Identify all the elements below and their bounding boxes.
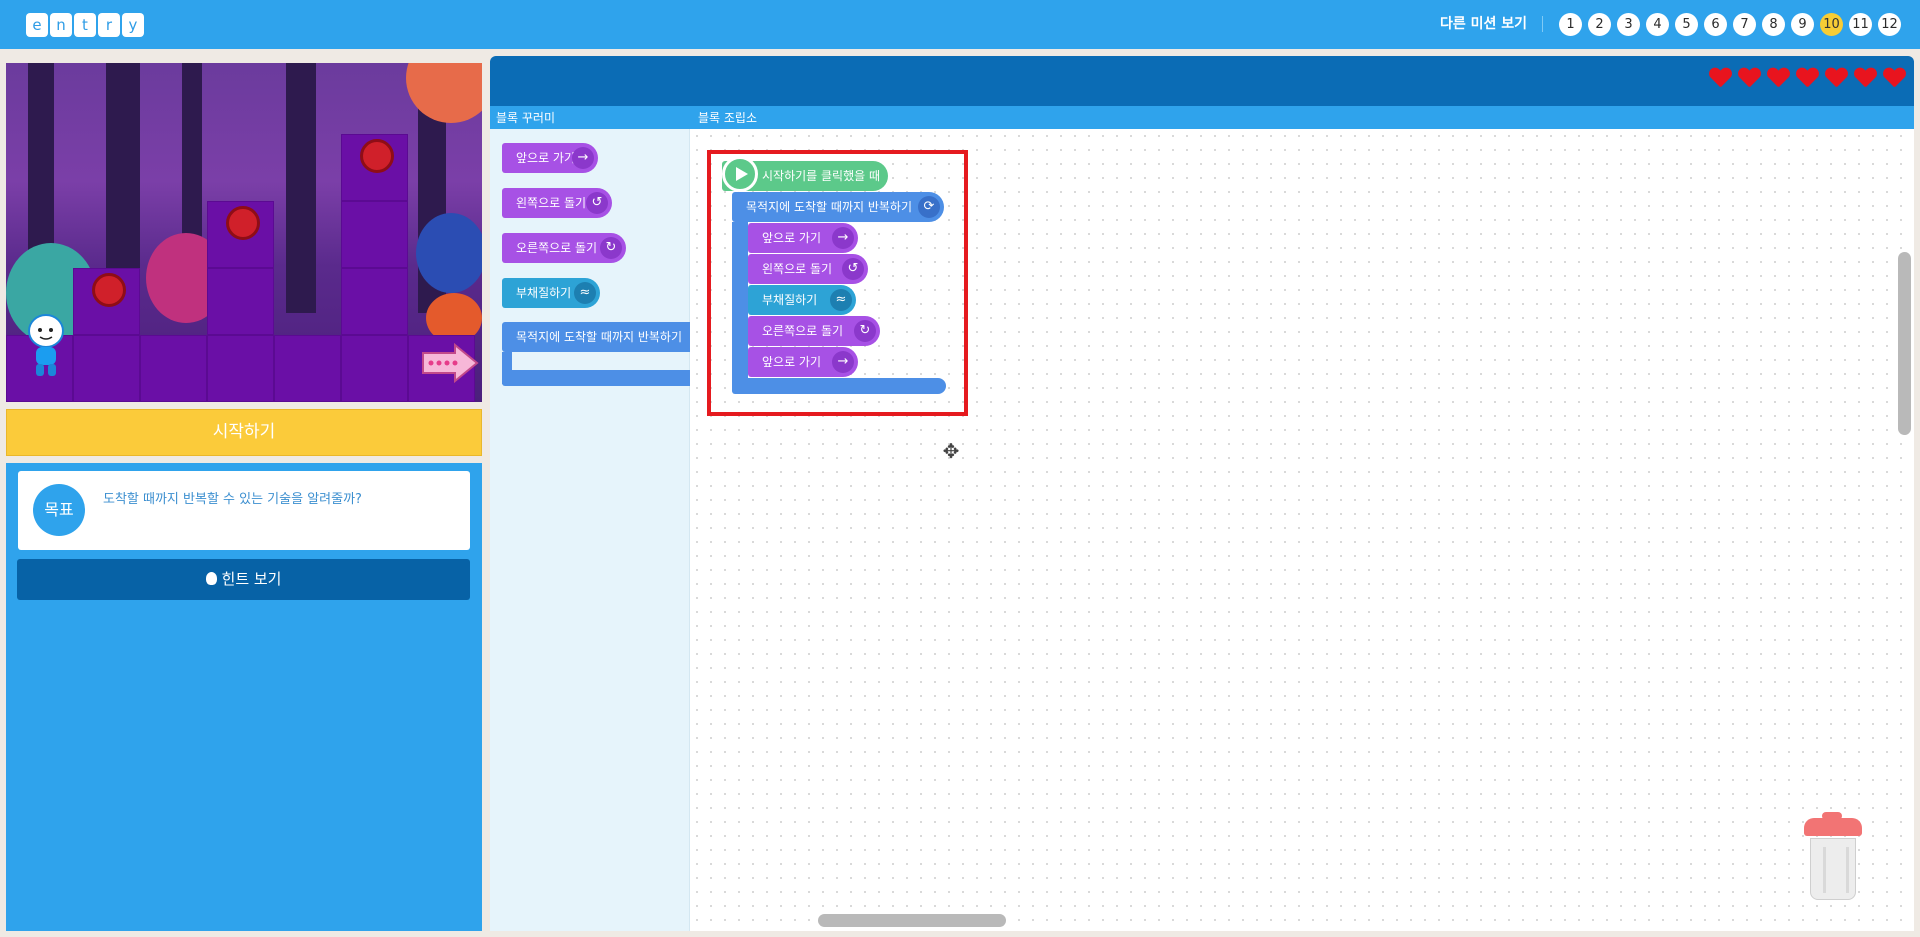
other-missions-label[interactable]: 다른 미션 보기 bbox=[1440, 13, 1527, 35]
vertical-scrollbar[interactable] bbox=[1898, 252, 1911, 435]
fan-icon: ≈ bbox=[574, 282, 596, 304]
mission-button-10-active[interactable]: 10 bbox=[1820, 13, 1843, 36]
logo-letter: n bbox=[50, 13, 72, 37]
logo-letter: r bbox=[98, 13, 120, 37]
mission-button-11[interactable]: 11 bbox=[1849, 13, 1872, 36]
heart-icon bbox=[1825, 68, 1848, 90]
trash-body bbox=[1810, 838, 1856, 900]
loop-footer bbox=[502, 370, 690, 386]
lives-hearts bbox=[1709, 68, 1906, 90]
rotate-left-icon: ↺ bbox=[586, 192, 608, 214]
path-tile bbox=[207, 268, 274, 335]
mission-button-9[interactable]: 9 bbox=[1791, 13, 1814, 36]
mission-info-panel: 목표 도착할 때까지 반복할 수 있는 기술을 알려줄까? 힌트 보기 bbox=[6, 463, 482, 931]
path-tile bbox=[207, 335, 274, 402]
divider bbox=[1542, 16, 1543, 32]
palette-block-turn-right[interactable]: 오른쪽으로 돌기 ↻ bbox=[502, 233, 626, 263]
red-flower-monster bbox=[92, 273, 126, 307]
mission-button-2[interactable]: 2 bbox=[1588, 13, 1611, 36]
top-bar: e n t r y 다른 미션 보기 1 2 3 4 5 6 7 8 9 10 … bbox=[0, 0, 1920, 49]
workspace-header bbox=[490, 56, 1914, 106]
arrow-right-icon: → bbox=[572, 147, 594, 169]
tab-block-assembly[interactable]: 블록 조립소 bbox=[698, 109, 757, 126]
logo-letter: t bbox=[74, 13, 96, 37]
tab-block-palette[interactable]: 블록 꾸러미 bbox=[496, 109, 555, 126]
palette-block-turn-left[interactable]: 왼쪽으로 돌기 ↺ bbox=[502, 188, 612, 218]
mission-button-6[interactable]: 6 bbox=[1704, 13, 1727, 36]
block-palette: 앞으로 가기 → 왼쪽으로 돌기 ↺ 오른쪽으로 돌기 ↻ 부채질하기 ≈ 목적… bbox=[490, 129, 702, 931]
path-tile bbox=[341, 268, 408, 335]
workspace-tabs: 블록 꾸러미 블록 조립소 bbox=[490, 106, 1914, 129]
rotate-right-icon: ↻ bbox=[600, 237, 622, 259]
start-button[interactable]: 시작하기 bbox=[6, 409, 482, 456]
block-label: 목적지에 도착할 때까지 반복하기 bbox=[516, 330, 683, 344]
red-flower-monster bbox=[360, 139, 394, 173]
move-cursor-icon: ✥ bbox=[942, 439, 960, 463]
palette-block-repeat-until-arrive[interactable]: 목적지에 도착할 때까지 반복하기 bbox=[502, 322, 702, 352]
mission-button-4[interactable]: 4 bbox=[1646, 13, 1669, 36]
trash-lid bbox=[1804, 818, 1862, 836]
entrybot-character bbox=[28, 314, 64, 376]
mission-button-1[interactable]: 1 bbox=[1559, 13, 1582, 36]
hint-button-label: 힌트 보기 bbox=[221, 570, 282, 588]
goal-badge: 목표 bbox=[33, 484, 85, 536]
horizontal-scrollbar[interactable] bbox=[818, 914, 1006, 927]
mission-button-3[interactable]: 3 bbox=[1617, 13, 1640, 36]
heart-icon bbox=[1738, 68, 1761, 90]
hint-button[interactable]: 힌트 보기 bbox=[17, 559, 470, 600]
goal-card: 목표 도착할 때까지 반복할 수 있는 기술을 알려줄까? bbox=[18, 471, 470, 550]
path-tile bbox=[341, 335, 408, 402]
palette-block-fan[interactable]: 부채질하기 ≈ bbox=[502, 278, 600, 308]
mission-button-5[interactable]: 5 bbox=[1675, 13, 1698, 36]
logo-letter: e bbox=[26, 13, 48, 37]
block-label: 왼쪽으로 돌기 bbox=[516, 196, 587, 210]
entry-logo[interactable]: e n t r y bbox=[26, 13, 144, 37]
lightbulb-icon bbox=[205, 572, 217, 585]
path-tile bbox=[341, 201, 408, 268]
mission-button-8[interactable]: 8 bbox=[1762, 13, 1785, 36]
path-tile bbox=[73, 335, 140, 402]
mission-button-7[interactable]: 7 bbox=[1733, 13, 1756, 36]
destination-arrow-sign bbox=[422, 343, 479, 383]
red-flower-monster bbox=[226, 206, 260, 240]
highlight-box bbox=[707, 150, 968, 416]
tree-trunk bbox=[286, 63, 316, 313]
path-tile bbox=[274, 335, 341, 402]
game-stage bbox=[6, 63, 482, 402]
path-tile bbox=[140, 335, 207, 402]
heart-icon bbox=[1767, 68, 1790, 90]
heart-icon bbox=[1796, 68, 1819, 90]
bush bbox=[416, 213, 482, 293]
mission-button-12[interactable]: 12 bbox=[1878, 13, 1901, 36]
block-label: 오른쪽으로 돌기 bbox=[516, 241, 598, 255]
block-label: 부채질하기 bbox=[516, 286, 572, 300]
block-label: 앞으로 가기 bbox=[516, 151, 576, 165]
goal-text: 도착할 때까지 반복할 수 있는 기술을 알려줄까? bbox=[103, 492, 362, 507]
heart-icon bbox=[1883, 68, 1906, 90]
logo-letter: y bbox=[122, 13, 144, 37]
mission-number-list: 1 2 3 4 5 6 7 8 9 10 11 12 bbox=[1559, 13, 1901, 36]
heart-icon bbox=[1854, 68, 1877, 90]
heart-icon bbox=[1709, 68, 1732, 90]
trash-can-icon[interactable] bbox=[1802, 812, 1864, 902]
palette-block-move-forward[interactable]: 앞으로 가기 → bbox=[502, 143, 598, 173]
